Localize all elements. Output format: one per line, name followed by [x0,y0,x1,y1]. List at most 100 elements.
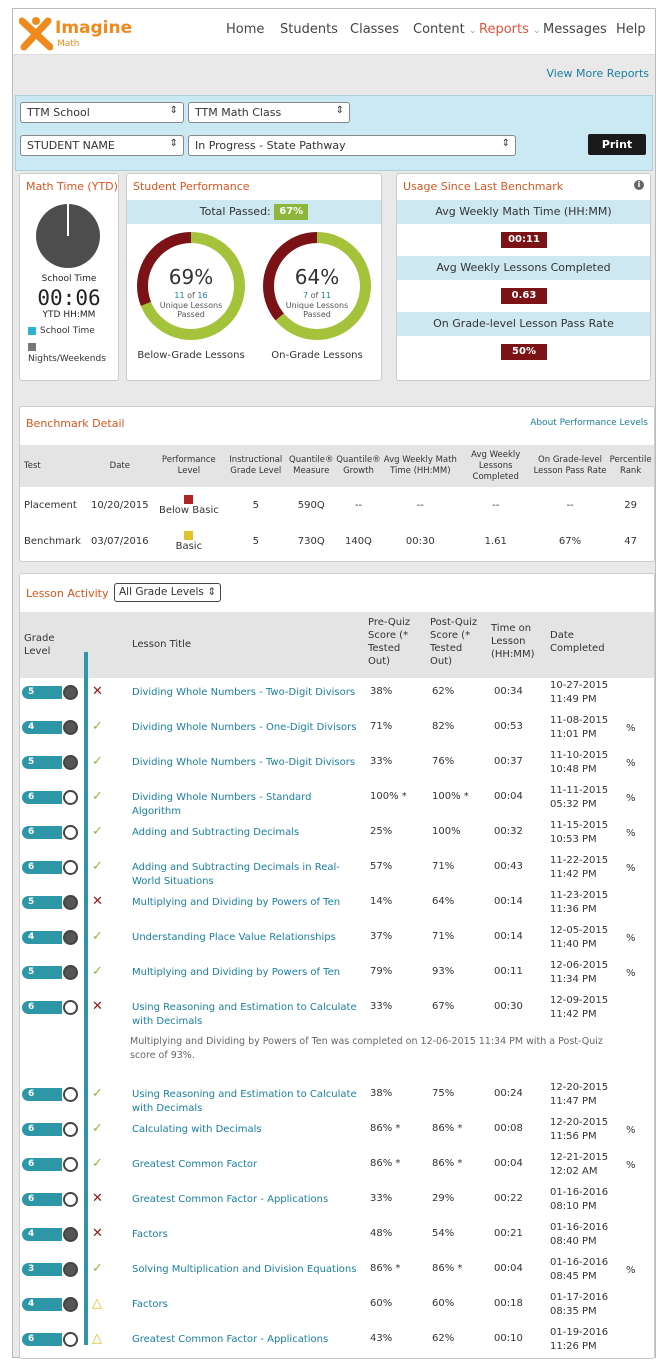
student-select[interactable]: STUDENT NAME ⇕ [20,135,184,156]
lesson-row: 4 ✓ Understanding Place Value Relationship… [20,925,654,960]
date-completed: 01-16-2016 08:45 PM [550,1256,608,1284]
completed-time: 11:36 PM [550,904,597,915]
passed-check-icon: ✓ [92,929,103,944]
nav-students[interactable]: Students [280,22,338,37]
completed-time: 08:10 PM [550,1201,597,1212]
completed-date: 11-23-2015 [550,890,609,901]
date-completed: 11-22-2015 11:42 PM [550,854,608,882]
grade-pill: 6 [22,826,62,839]
lesson-title-link[interactable]: Dividing Whole Numbers - One-Digit Divis… [132,721,362,735]
timeline-node [63,685,78,700]
grade-pill: 4 [22,931,62,944]
time-on-lesson: 00:04 [494,791,523,802]
percent-report-icon[interactable]: % [626,863,636,874]
lesson-title-link[interactable]: Factors [132,1298,362,1312]
imagine-math-logo[interactable]: Imagine Math [19,13,132,53]
lesson-title-link[interactable]: Adding and Subtracting Decimals in Real-… [132,861,362,889]
post-quiz-score: 82% [432,721,455,732]
lesson-title-link[interactable]: Greatest Common Factor [132,1158,362,1172]
lesson-title-link[interactable]: Understanding Place Value Relationships [132,931,362,945]
pathway-select[interactable]: In Progress - State Pathway ⇕ [188,135,516,156]
post-quiz-score: 86% * [432,1158,463,1169]
completed-time: 10:48 PM [550,764,597,775]
percent-report-icon[interactable]: % [626,828,636,839]
completed-date: 11-15-2015 [550,820,609,831]
nav-home[interactable]: Home [226,22,264,37]
nav-classes[interactable]: Classes [350,22,399,37]
total-passed-label: Total Passed: [199,205,271,218]
cell-lessons: 1.61 [484,535,507,547]
lesson-title-link[interactable]: Dividing Whole Numbers - Two-Digit Divis… [132,756,362,770]
pre-quiz-score: 86% * [370,1123,401,1134]
lesson-title-link[interactable]: Using Reasoning and Estimation to Calcul… [132,1088,362,1116]
lesson-row: 6 ✕ Greatest Common Factor - Applications 3… [20,1187,654,1222]
lesson-title-link[interactable]: Greatest Common Factor - Applications [132,1193,362,1207]
completed-date: 12-06-2015 [550,960,609,971]
chevron-down-icon: ⌄ [533,26,541,36]
grade-pill: 6 [22,861,62,874]
percent-report-icon[interactable]: % [626,758,636,769]
timeline-node [63,1262,78,1277]
usage-card: Usage Since Last Benchmark i Avg Weekly … [396,173,651,381]
post-quiz-score: 93% [432,966,455,977]
lesson-activity-card: Lesson Activity All Grade Levels ⇕ Grade… [19,573,655,1359]
lesson-title-link[interactable]: Dividing Whole Numbers - Standard Algori… [132,791,362,819]
date-completed: 12-20-2015 11:47 PM [550,1081,608,1109]
nav-help[interactable]: Help [616,22,646,37]
percent-report-icon[interactable]: % [626,723,636,734]
lesson-title-link[interactable]: Factors [132,1228,362,1242]
weekly-time-badge: 00:11 [501,232,547,248]
lesson-row: 6 △ Greatest Common Factor - Applications 4… [20,1327,654,1362]
lesson-title-link[interactable]: Dividing Whole Numbers - Two-Digit Divis… [132,686,362,700]
nav-messages[interactable]: Messages [543,22,607,37]
school-select[interactable]: TTM School ⇕ [20,102,184,123]
lesson-title-link[interactable]: Calculating with Decimals [132,1123,362,1137]
date-completed: 12-20-2015 11:56 PM [550,1116,608,1144]
nav-content[interactable]: Content ⌄ [413,22,476,37]
total-passed-band: Total Passed: 67% [127,200,381,224]
print-button[interactable]: Print [588,134,646,155]
class-select[interactable]: TTM Math Class ⇕ [188,102,350,123]
grade-pill: 6 [22,791,62,804]
view-more-reports-link[interactable]: View More Reports [546,67,649,80]
pre-quiz-score: 33% [370,1193,393,1204]
pass-rate-badge: 50% [501,344,547,360]
of-label: of [310,291,319,300]
timeline-node [63,790,78,805]
percent-report-icon[interactable]: % [626,933,636,944]
about-performance-levels-link[interactable]: About Performance Levels [530,418,648,428]
col-lesson-title: Lesson Title [132,639,192,650]
lesson-title-link[interactable]: Multiplying and Dividing by Powers of Te… [132,966,362,980]
passed-check-icon: ✓ [92,719,103,734]
date-completed: 11-08-2015 11:01 PM [550,714,608,742]
percent-report-icon[interactable]: % [626,793,636,804]
percent-report-icon[interactable]: % [626,1125,636,1136]
benchmark-title: Benchmark Detail [26,417,125,430]
lesson-row: 5 ✕ Dividing Whole Numbers - Two-Digit Div… [20,680,654,715]
lesson-title-link[interactable]: Adding and Subtracting Decimals [132,826,362,840]
post-quiz-score: 29% [432,1193,455,1204]
lesson-title-link[interactable]: Greatest Common Factor - Applications [132,1333,362,1347]
lesson-title-link[interactable]: Solving Multiplication and Division Equa… [132,1263,362,1277]
lesson-title-link[interactable]: Multiplying and Dividing by Powers of Te… [132,896,362,910]
lesson-row: 6 ✓ Calculating with Decimals 86% * 86% * 00:… [20,1117,654,1152]
completed-time: 11:26 PM [550,1341,597,1352]
pre-quiz-score: 33% [370,1001,393,1012]
percent-report-icon[interactable]: % [626,1265,636,1276]
lesson-title-link[interactable]: Using Reasoning and Estimation to Calcul… [132,1001,362,1029]
completed-date: 12-20-2015 [550,1082,609,1093]
time-on-lesson: 00:18 [494,1298,523,1309]
cell-rate: 67% [558,535,582,547]
grade-level-select[interactable]: All Grade Levels ⇕ [114,583,222,602]
timeline-node [63,755,78,770]
level-label: Basic [175,540,203,552]
passed-label: Passed [177,310,205,319]
post-quiz-score: 71% [432,931,455,942]
info-icon[interactable]: i [634,180,644,190]
percent-report-icon[interactable]: % [626,968,636,979]
percent-report-icon[interactable]: % [626,1160,636,1171]
cell-grade: 5 [252,535,259,547]
completed-time: 11:34 PM [550,974,597,985]
grade-pill: 6 [22,1001,62,1014]
nav-reports[interactable]: Reports ⌄ [479,22,541,37]
